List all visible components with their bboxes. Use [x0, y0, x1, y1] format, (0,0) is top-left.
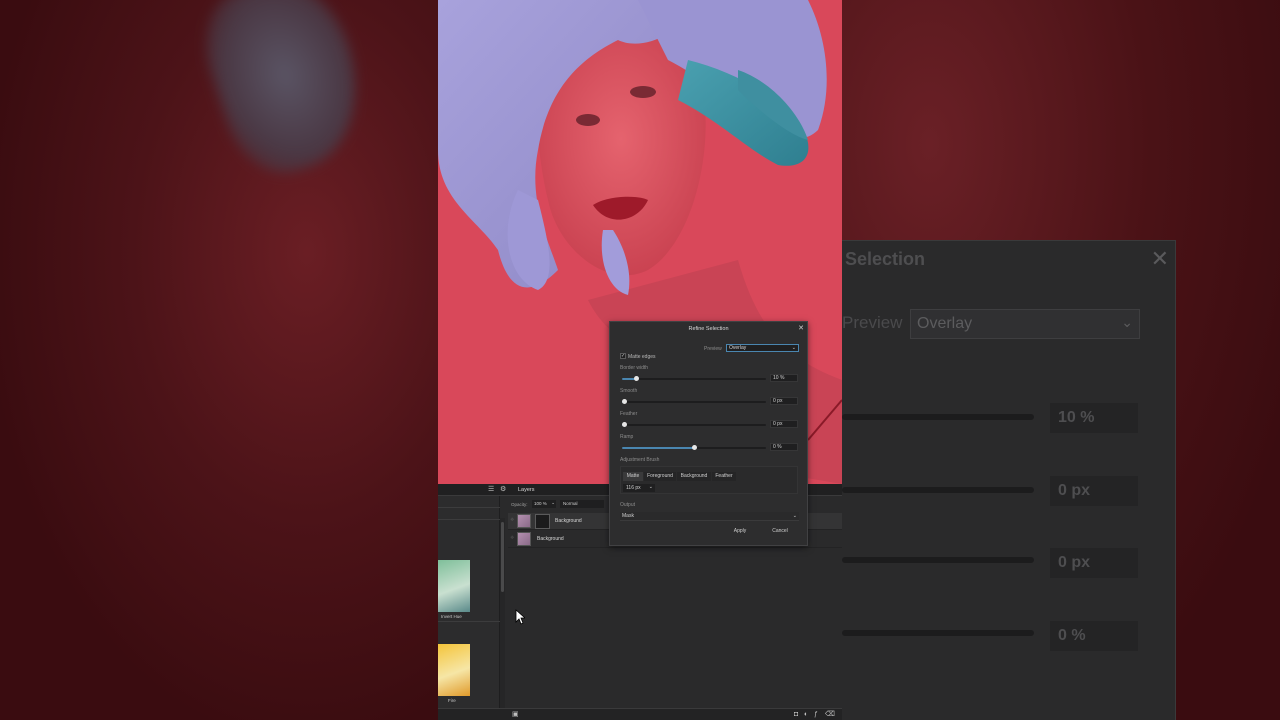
adjustment-icon[interactable]: ◐ [804, 711, 808, 719]
cancel-button[interactable]: Cancel [768, 527, 792, 535]
slider-knob[interactable] [622, 399, 627, 404]
chevron-down-icon: ⌄ [551, 500, 555, 505]
new-layer-icon[interactable]: ▣ [512, 711, 519, 719]
ramp-label: Ramp [620, 434, 634, 440]
mouse-cursor-icon [515, 609, 525, 625]
output-label: Output [620, 502, 636, 508]
opacity-value: 100 % [534, 501, 547, 506]
settings-icon[interactable]: ⚙ [500, 486, 506, 494]
ramp-value[interactable]: 0 % [770, 443, 798, 451]
blurred-hair-shape [189, 0, 381, 187]
zoomed-slider-track [842, 630, 1034, 636]
refine-selection-dialog: Refine Selection ✕ Preview Overlay ⌄ ✓ M… [609, 321, 808, 546]
zoomed-preview-value: Overlay [917, 315, 973, 332]
brush-mode-matte[interactable]: Matte [623, 472, 643, 481]
brush-mode-feather[interactable]: Feather [712, 472, 736, 481]
zoomed-close-icon: ✕ [1150, 246, 1169, 271]
zoomed-value: 10 % [1050, 403, 1138, 433]
feather-label: Feather [620, 411, 638, 417]
smooth-slider[interactable] [622, 399, 766, 404]
zoomed-value: 0 % [1050, 621, 1138, 651]
brush-size-field[interactable]: 116 px ⌄ [623, 484, 655, 492]
menu-icon[interactable]: ☰ [488, 486, 494, 494]
layer-thumbnail [517, 514, 531, 528]
style-thumbnail-invert-hue[interactable] [438, 560, 470, 612]
layer-name: Background [555, 518, 582, 524]
output-select[interactable]: Mask ⌄ [620, 512, 799, 521]
slider-knob[interactable] [634, 376, 640, 381]
adjustment-brush-label: Adjustment Brush [620, 457, 660, 463]
opacity-field[interactable]: 100 % ⌄ [532, 500, 556, 508]
divider [438, 621, 500, 622]
chevron-down-icon: ⌄ [1121, 314, 1133, 330]
preview-label: Preview [704, 346, 722, 352]
style-label: Fire [448, 698, 456, 703]
styles-panel: Invert Hue Fire [438, 496, 505, 720]
preview-value: Overlay [729, 345, 747, 351]
ramp-slider[interactable] [622, 445, 766, 450]
close-icon[interactable]: ✕ [798, 324, 804, 333]
dialog-title: Refine Selection [688, 326, 729, 332]
border-width-label: Border width [620, 365, 649, 371]
brush-size-value: 116 px [626, 485, 641, 491]
blurred-background-left [0, 0, 438, 720]
blend-mode-select[interactable]: Normal [560, 500, 604, 508]
smooth-value[interactable]: 0 px [770, 397, 798, 405]
panel-bottom-toolbar: ▣ ◘ ◐ ƒ ⌫ [438, 708, 842, 720]
blurred-background-right: Selection ✕ Preview Overlay ⌄ 10 % 0 px … [842, 0, 1280, 720]
brush-mode-foreground[interactable]: Foreground [644, 472, 676, 481]
matte-edges-label: Matte edges [628, 354, 656, 360]
zoomed-slider-track [842, 487, 1034, 493]
zoomed-preview-select: Overlay ⌄ [910, 309, 1140, 339]
feather-value[interactable]: 0 px [770, 420, 798, 428]
slider-knob[interactable] [622, 422, 627, 427]
zoomed-slider-track [842, 557, 1034, 563]
chevron-down-icon: ⌄ [791, 345, 796, 351]
tab-layers[interactable]: Layers [518, 487, 535, 493]
mask-thumbnail[interactable] [535, 514, 550, 529]
matte-edges-checkbox[interactable]: ✓ [620, 353, 626, 359]
zoomed-value: 0 px [1050, 548, 1138, 578]
slider-knob[interactable] [692, 445, 697, 450]
style-label: Invert Hue [441, 614, 462, 619]
zoomed-dialog-title: Selection [845, 249, 926, 269]
opacity-label: Opacity: [511, 502, 528, 507]
brush-mode-background[interactable]: Background [677, 472, 711, 481]
border-width-slider[interactable] [622, 376, 766, 381]
zoomed-dialog-panel: Selection ✕ Preview Overlay ⌄ 10 % 0 px … [842, 240, 1176, 720]
smooth-label: Smooth [620, 388, 638, 394]
feather-slider[interactable] [622, 422, 766, 427]
zoomed-value: 0 px [1050, 476, 1138, 506]
output-value: Mask [622, 513, 634, 519]
divider [438, 507, 500, 508]
drag-handle-icon[interactable]: ⁘ [510, 534, 514, 542]
layer-name: Background [537, 536, 564, 542]
chevron-down-icon: ⌄ [792, 513, 797, 519]
preview-select[interactable]: Overlay ⌄ [726, 344, 799, 352]
apply-button[interactable]: Apply [728, 527, 752, 535]
scrollbar[interactable] [500, 518, 505, 718]
zoomed-slider-track [842, 414, 1034, 420]
style-thumbnail-fire[interactable] [438, 644, 470, 696]
divider [438, 519, 500, 520]
border-width-value[interactable]: 10 % [770, 374, 798, 382]
delete-icon[interactable]: ⌫ [825, 711, 835, 719]
fx-icon[interactable]: ƒ [814, 711, 818, 719]
chevron-down-icon: ⌄ [648, 484, 653, 490]
zoomed-preview-label: Preview [842, 313, 903, 332]
mask-icon[interactable]: ◘ [794, 711, 798, 719]
drag-handle-icon[interactable]: ⁘ [510, 516, 514, 524]
layer-thumbnail [517, 532, 531, 546]
